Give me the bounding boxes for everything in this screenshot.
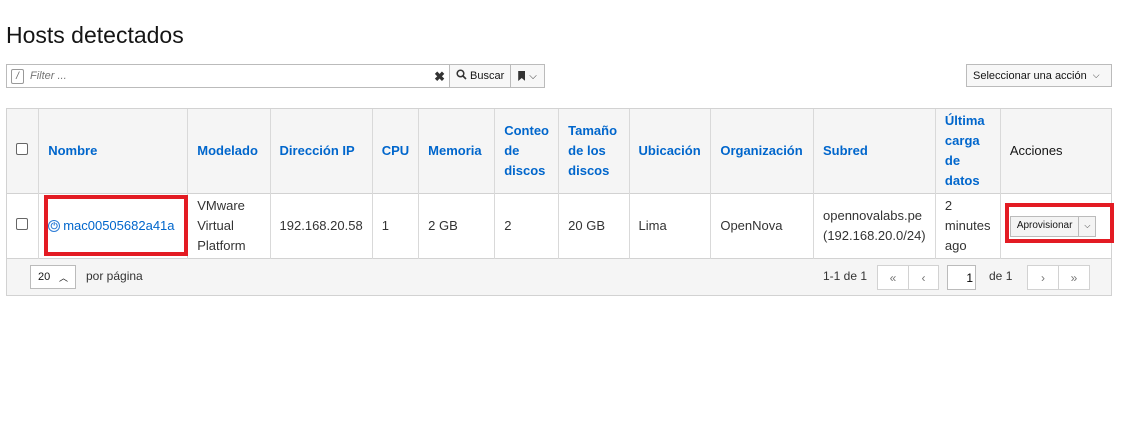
search-button[interactable]: Buscar: [449, 65, 510, 87]
ip-cell: 192.168.20.58: [270, 193, 373, 258]
column-header-conteo[interactable]: Conteo de discos: [494, 109, 560, 193]
host-name-text: mac00505682a41a: [63, 218, 175, 234]
slash-icon: /: [11, 68, 24, 84]
page-number-input[interactable]: [947, 265, 976, 290]
disk-count-cell: 2: [494, 193, 560, 258]
cpu-cell: 1: [372, 193, 420, 258]
host-name-link[interactable]: ⏻ mac00505682a41a: [48, 216, 175, 236]
filter-input[interactable]: [28, 69, 408, 83]
model-cell: VMware Virtual Platform: [187, 193, 271, 258]
column-header-ip[interactable]: Dirección IP: [270, 109, 373, 193]
column-header-modelado[interactable]: Modelado: [187, 109, 271, 193]
table-row: ⏻ mac00505682a41a VMware Virtual Platfor…: [7, 193, 1111, 258]
bookmark-icon: [518, 71, 526, 81]
per-page-select[interactable]: 20 ︿: [30, 265, 76, 289]
select-all-checkbox[interactable]: [16, 142, 28, 155]
actions-cell: Aprovisionar ⌵: [1000, 193, 1111, 258]
chevron-down-icon: ⌵: [1092, 70, 1100, 80]
last-upload-cell: 2 minutes ago: [935, 193, 1001, 258]
power-icon: ⏻: [48, 220, 61, 233]
location-cell: Lima: [629, 193, 712, 258]
chevron-up-icon: ︿: [58, 272, 68, 283]
column-header-tamano[interactable]: Tamaño de los discos: [558, 109, 630, 193]
double-chevron-left-icon: «: [889, 270, 897, 285]
pagination-bar: 20 ︿ por página 1-1 de 1 « ‹ de 1 › »: [7, 259, 1111, 296]
next-page-button[interactable]: ›: [1027, 265, 1059, 290]
total-pages-label: de 1: [989, 269, 1012, 283]
range-text: 1-1 de: [823, 269, 858, 283]
row-select-cell: [7, 193, 40, 258]
clear-icon[interactable]: ✖: [434, 69, 445, 85]
row-checkbox[interactable]: [16, 217, 28, 230]
page-title: Hosts detectados: [6, 22, 184, 48]
search-button-label: Buscar: [470, 70, 505, 82]
action-select-label: Seleccionar una acción: [973, 69, 1087, 82]
previous-page-button[interactable]: ‹: [908, 265, 939, 290]
name-cell: ⏻ mac00505682a41a: [38, 193, 189, 258]
last-page-button[interactable]: »: [1058, 265, 1090, 290]
select-all-cell: [7, 109, 40, 193]
column-header-organizacion[interactable]: Organización: [710, 109, 814, 193]
hosts-table: Nombre Modelado Dirección IP CPU Memoria…: [7, 109, 1111, 259]
search-icon: [456, 69, 467, 83]
chevron-down-icon: ⌵: [1084, 221, 1091, 231]
of-text: de: [989, 269, 1003, 283]
action-select[interactable]: Seleccionar una acción ⌵: [966, 64, 1112, 87]
hosts-table-container: Nombre Modelado Dirección IP CPU Memoria…: [6, 108, 1112, 296]
column-header-acciones: Acciones: [1009, 142, 1063, 158]
filter-input-wrap: / ✖: [7, 65, 449, 87]
column-header-memoria[interactable]: Memoria: [418, 109, 496, 193]
chevron-down-icon: ⌵: [529, 70, 537, 82]
organization-cell: OpenNova: [710, 193, 814, 258]
total-pages: 1: [1005, 269, 1013, 283]
provision-dropdown-toggle[interactable]: ⌵: [1078, 216, 1096, 236]
memory-cell: 2 GB: [418, 193, 496, 258]
filter-bar: / ✖ Buscar ⌵: [6, 64, 545, 88]
range-label: 1-1 de 1: [823, 269, 867, 283]
per-page-value: 20: [38, 271, 51, 283]
column-header-subred[interactable]: Subred: [813, 109, 936, 193]
column-header-nombre[interactable]: Nombre: [38, 109, 189, 193]
range-total: 1: [860, 269, 868, 283]
first-page-button[interactable]: «: [877, 265, 909, 290]
provision-button-group: Aprovisionar ⌵: [1009, 215, 1097, 237]
column-header-ultima[interactable]: Última carga de datos: [935, 109, 1001, 193]
subnet-cell: opennovalabs.pe (192.168.20.0/24): [813, 193, 936, 258]
double-chevron-right-icon: »: [1070, 270, 1078, 285]
chevron-right-icon: ›: [1041, 270, 1045, 285]
column-header-cpu[interactable]: CPU: [372, 109, 420, 193]
chevron-left-icon: ‹: [921, 270, 926, 285]
table-header-row: Nombre Modelado Dirección IP CPU Memoria…: [7, 109, 1111, 193]
per-page-label: por página: [86, 269, 143, 283]
provision-button[interactable]: Aprovisionar: [1010, 216, 1079, 236]
bookmark-dropdown-button[interactable]: ⌵: [510, 65, 544, 87]
column-header-ubicacion[interactable]: Ubicación: [629, 109, 712, 193]
disk-size-cell: 20 GB: [558, 193, 630, 258]
